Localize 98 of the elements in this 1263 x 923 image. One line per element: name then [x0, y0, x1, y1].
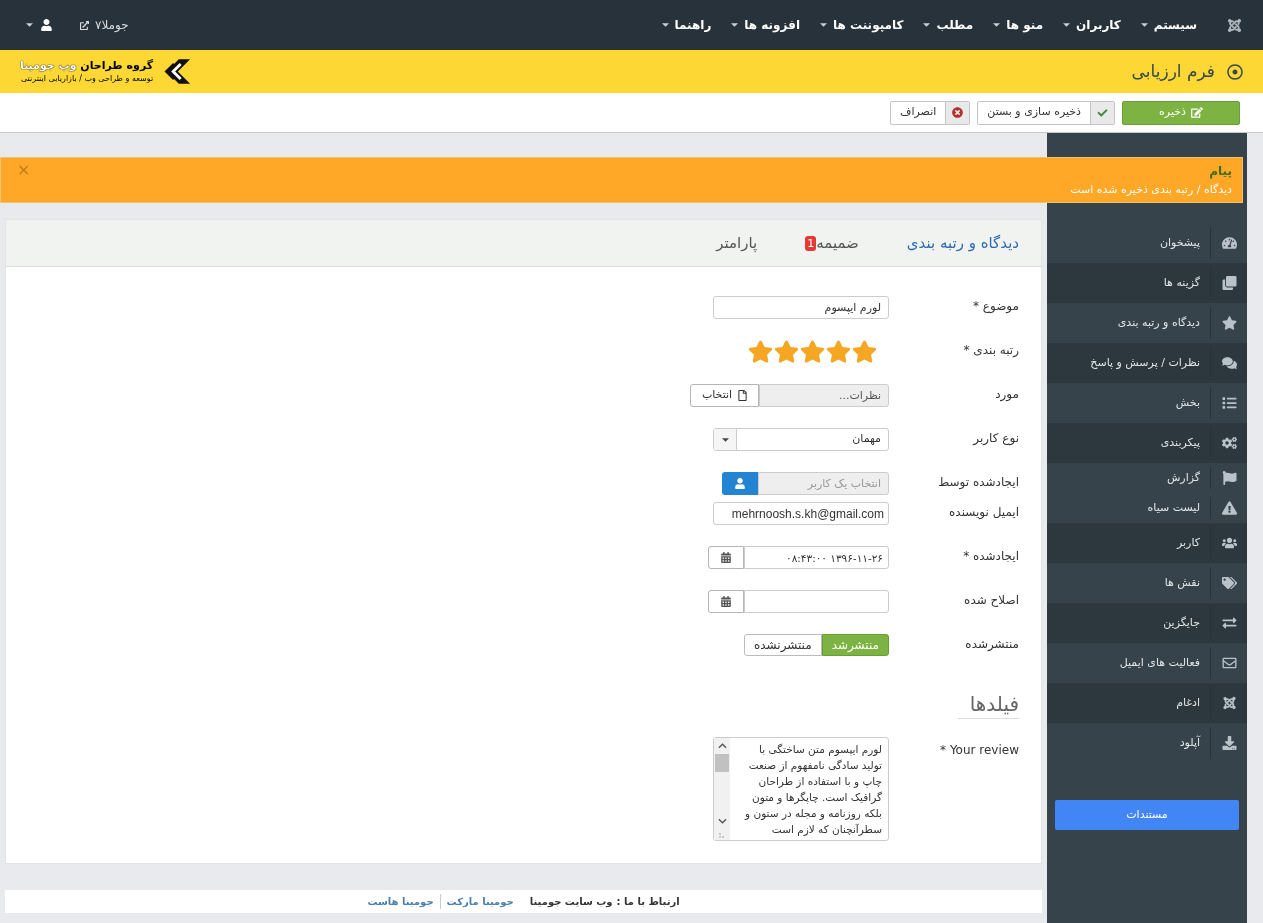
star-icon	[852, 340, 877, 363]
scrollbar-thumb[interactable]	[715, 754, 729, 772]
site-link[interactable]: جوملا۷	[80, 16, 129, 34]
item-field[interactable]: نظرات...	[759, 384, 889, 407]
section-heading: فیلدها	[957, 691, 1019, 719]
menu-item[interactable]: منو ها	[993, 16, 1044, 34]
menu-item[interactable]: مطلب	[923, 16, 974, 34]
external-link-icon	[80, 20, 89, 30]
user-icon	[41, 19, 52, 31]
field-label: ایمیل نویسنده	[949, 505, 1019, 519]
star-icon	[774, 340, 799, 363]
star-icon	[1221, 316, 1237, 330]
text-field[interactable]: لورم ایپسوم	[713, 296, 889, 319]
user-field[interactable]: انتخاب یک کاربر	[758, 472, 889, 495]
caret-icon	[1140, 23, 1148, 27]
date-field[interactable]: ۱۳۹۶-۱۱-۲۶ ۰۸:۴۳:۰۰	[744, 546, 889, 569]
caret-icon	[661, 23, 669, 27]
star-icon	[800, 340, 825, 363]
envelope-icon	[1221, 656, 1237, 670]
menu-item[interactable]: افزونه ها	[731, 16, 800, 34]
cancel-button[interactable]: انصراف	[890, 100, 971, 125]
swap-arrows-icon	[1221, 616, 1237, 630]
field-label: نوع کاربر	[973, 431, 1019, 445]
calendar-button[interactable]	[708, 546, 744, 569]
user-icon	[735, 478, 745, 489]
resize-grip-icon	[719, 832, 725, 838]
page-title: فرم ارزیابی	[1131, 59, 1215, 83]
field-label: رتبه بندی *	[963, 343, 1019, 357]
calendar-button[interactable]	[708, 590, 744, 613]
gears-icon	[1221, 436, 1237, 450]
menu-item[interactable]: راهنما	[661, 16, 712, 34]
sidebar-item[interactable]: نظرات / پرسش و پاسخ	[1047, 343, 1247, 383]
docs-button[interactable]: مستندات	[1055, 800, 1239, 830]
knot-icon	[1221, 696, 1237, 710]
list-icon	[1221, 396, 1237, 410]
field-label: مورد	[995, 387, 1019, 401]
calendar-icon	[721, 596, 731, 607]
caret-icon	[721, 437, 729, 442]
caret-icon	[923, 23, 931, 27]
sidebar-item[interactable]: جایگزین	[1047, 603, 1247, 643]
field-label: Your review *	[940, 743, 1019, 757]
check-icon	[1097, 107, 1108, 118]
sidebar-item[interactable]: کاربر	[1047, 523, 1247, 563]
sidebar-item[interactable]: گزینه ها	[1047, 263, 1247, 303]
warning-icon	[1221, 501, 1237, 515]
flag-icon	[1221, 471, 1237, 485]
star-rating[interactable]	[748, 340, 877, 363]
scrollbar[interactable]	[714, 738, 730, 840]
tab[interactable]: پارامتر	[716, 231, 758, 255]
copy-icon	[1221, 276, 1237, 290]
caret-icon	[993, 23, 1001, 27]
caret-icon	[820, 23, 827, 27]
website-link[interactable]: وب سایت جومینا	[529, 894, 613, 909]
caret-icon	[1063, 23, 1071, 27]
sidebar-item[interactable]: ادغام	[1047, 683, 1247, 723]
download-icon	[1221, 736, 1237, 750]
logo-title: گروه طراحان وب جومینا	[20, 59, 154, 73]
caret-icon	[731, 23, 739, 27]
menu-item[interactable]: کاربران	[1063, 16, 1121, 34]
file-icon	[738, 390, 748, 401]
count-badge: 1	[805, 235, 817, 251]
footer-link[interactable]: جومینا هاست	[367, 894, 441, 909]
toggle-option[interactable]: منتشرنشده	[744, 634, 822, 656]
field-label: ایجادشده توسط	[938, 475, 1019, 489]
select-user-button[interactable]	[722, 472, 758, 495]
target-icon	[1227, 63, 1243, 80]
select-button[interactable]: انتخاب	[690, 384, 759, 407]
scroll-up-icon	[717, 743, 727, 749]
tab[interactable]: دیدگاه و رتبه بندی	[906, 231, 1019, 255]
menu-item[interactable]: کامپوننت ها	[820, 16, 904, 34]
user-type-select[interactable]: مهمان	[713, 428, 889, 451]
field-label: موضوع *	[973, 299, 1019, 313]
email-field[interactable]: mehrnoosh.s.kh@gmail.com	[713, 502, 889, 525]
tag-icon	[1221, 576, 1237, 590]
gauge-icon	[1221, 236, 1237, 250]
users-icon	[1221, 536, 1237, 550]
chat-bubbles-icon	[1221, 356, 1237, 370]
field-label: ایجادشده *	[963, 549, 1019, 563]
edit-icon	[1190, 107, 1203, 118]
calendar-icon	[721, 552, 731, 563]
sidebar-item[interactable]: پیکربندی	[1047, 423, 1247, 463]
menu-item[interactable]: سیستم	[1140, 16, 1197, 34]
alert-message: دیدگاه / رتبه بندی ذخیره شده است	[1070, 182, 1232, 198]
save-and-close-button[interactable]: ذخیره سازی و بستن	[977, 100, 1115, 125]
logo-icon[interactable]	[1227, 17, 1242, 33]
star-icon	[748, 340, 773, 363]
caret-icon	[26, 23, 33, 27]
review-textarea[interactable]: لورم ایپسوم متن ساختگی با تولید سادگی نامفهوم از صنعت چاپ و با استفاده از طراحان گرافیک است. چاپگرها و متون بلکه روزنامه و مجله در ستون و سطرآنچنان که لازم است	[713, 737, 889, 841]
star-icon	[826, 340, 851, 363]
logo-tagline: توسعه و طراحی وب / بازاریابی اینترنتی	[20, 73, 154, 84]
field-label: منتشرشده	[965, 637, 1019, 651]
contact-label: ارتباط با ما :	[616, 895, 680, 909]
user-menu-button[interactable]	[26, 19, 52, 31]
date-field[interactable]	[744, 590, 889, 613]
scroll-down-icon	[717, 818, 727, 824]
footer-link[interactable]: جومینا مارکت	[446, 894, 514, 909]
alert-title: پیام	[1208, 163, 1232, 179]
field-label: اصلاح شده	[964, 593, 1019, 607]
